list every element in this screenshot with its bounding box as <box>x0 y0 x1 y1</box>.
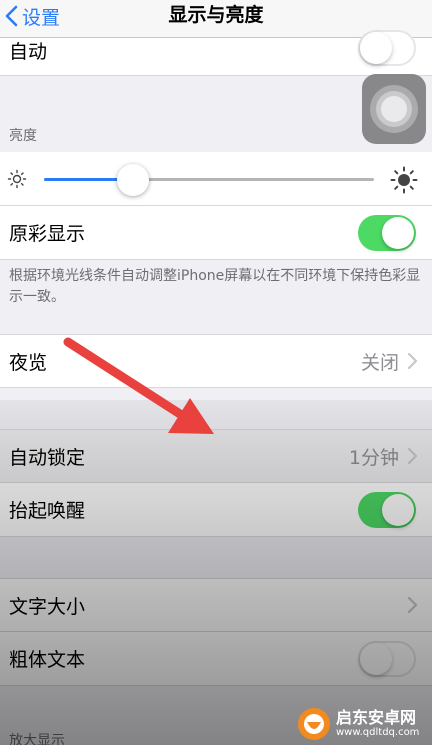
auto-lock-row[interactable]: 自动锁定 1分钟 <box>0 429 432 483</box>
night-shift-row[interactable]: 夜览 关闭 <box>0 334 432 388</box>
watermark-text: 启东安卓网 www.qdltdq.com <box>336 707 420 739</box>
raise-to-wake-label: 抬起唤醒 <box>9 500 86 522</box>
auto-lock-value: 1分钟 <box>348 446 399 469</box>
auto-brightness-switch[interactable] <box>358 29 416 66</box>
sun-small-icon <box>7 169 27 189</box>
bold-text-row: 粗体文本 <box>0 632 432 686</box>
true-tone-footnote: 根据环境光线条件自动调整iPhone屏幕以在不同环境下保持色彩显示一致。 <box>9 268 421 305</box>
night-shift-label: 夜览 <box>9 351 48 374</box>
true-tone-label: 原彩显示 <box>9 223 86 245</box>
bold-text-label: 粗体文本 <box>9 649 86 671</box>
zoom-section-label: 放大显示 <box>9 733 65 745</box>
assistive-ring <box>381 96 407 122</box>
text-size-label: 文字大小 <box>9 595 86 618</box>
brightness-section-label: 亮度 <box>9 128 37 144</box>
true-tone-switch[interactable] <box>358 214 416 251</box>
page-title: 显示与亮度 <box>168 4 264 26</box>
switch-knob <box>360 31 392 64</box>
chevron-right-icon <box>407 447 418 465</box>
switch-knob <box>382 493 414 526</box>
raise-to-wake-row: 抬起唤醒 <box>0 483 432 537</box>
sun-large-icon <box>390 166 418 194</box>
true-tone-row: 原彩显示 <box>0 206 432 260</box>
watermark-url: www.qdltdq.com <box>336 726 420 738</box>
brightness-slider-row <box>0 152 432 206</box>
watermark-logo-icon <box>298 707 330 740</box>
text-size-row[interactable]: 文字大小 <box>0 578 432 632</box>
chevron-right-icon <box>407 352 418 370</box>
auto-lock-label: 自动锁定 <box>9 446 86 469</box>
raise-to-wake-switch[interactable] <box>358 491 416 528</box>
chevron-right-icon <box>407 596 418 614</box>
auto-brightness-label: 自动 <box>9 41 48 63</box>
assistive-touch-button[interactable] <box>362 74 426 144</box>
switch-knob <box>382 216 414 249</box>
brightness-slider-thumb[interactable] <box>117 164 150 196</box>
bold-text-switch[interactable] <box>358 640 416 677</box>
switch-knob <box>360 642 392 675</box>
site-watermark: 启东安卓网 www.qdltdq.com <box>296 702 432 745</box>
watermark-name: 启东安卓网 <box>336 707 417 727</box>
auto-brightness-row: 自动 <box>0 29 432 76</box>
night-shift-value: 关闭 <box>360 351 399 374</box>
